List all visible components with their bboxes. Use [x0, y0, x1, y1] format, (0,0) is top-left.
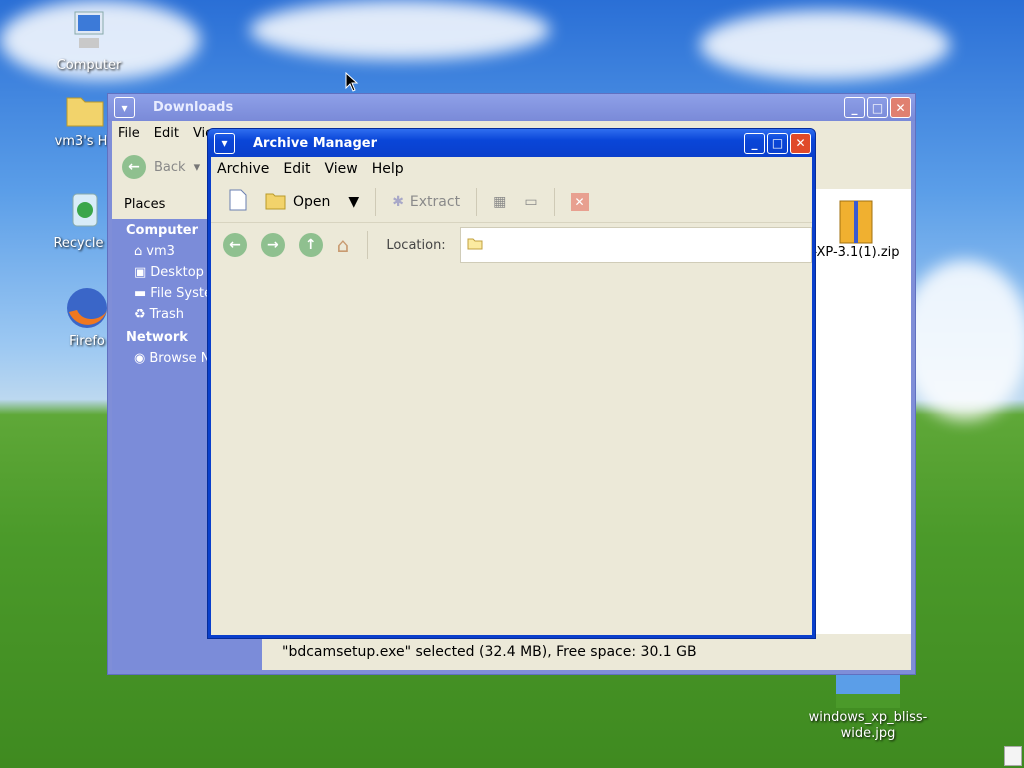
toolbar-separator [375, 187, 377, 216]
image-file-icon [836, 674, 900, 708]
open-folder-icon [265, 190, 287, 214]
menu-help[interactable]: Help [372, 161, 404, 177]
add-files-button[interactable]: ▦ [487, 190, 512, 214]
add-folder-icon: ▭ [524, 193, 538, 210]
menu-edit[interactable]: Edit [154, 126, 179, 141]
minimize-button[interactable]: _ [844, 97, 865, 118]
menu-file[interactable]: File [118, 126, 140, 141]
menu-edit[interactable]: Edit [283, 161, 310, 177]
desktop-icon: ▣ [134, 265, 147, 280]
menu-view[interactable]: View [325, 161, 358, 177]
open-dropdown-button[interactable]: ▼ [342, 190, 365, 214]
window-title: Downloads [153, 100, 234, 115]
maximize-button[interactable]: □ [767, 132, 788, 154]
add-files-icon: ▦ [493, 193, 507, 210]
archive-body: Archive Edit View Help Open ▼ ✱ Extract … [211, 157, 812, 635]
home-folder-icon [61, 84, 109, 132]
back-button[interactable]: Back [154, 160, 186, 175]
back-arrow-icon[interactable]: ← [223, 233, 247, 257]
zip-archive-icon [836, 199, 876, 245]
trash-icon: ♻ [134, 307, 146, 322]
downloads-titlebar[interactable]: ▾ Downloads _ □ ✕ [108, 94, 915, 121]
stop-button[interactable]: ✕ [565, 189, 595, 215]
sidebar-item-label: Desktop [150, 265, 204, 280]
chevron-down-icon: ▼ [348, 193, 360, 210]
archive-menubar: Archive Edit View Help [211, 157, 812, 181]
home-icon: ⌂ [134, 244, 143, 259]
window-title: Archive Manager [253, 135, 377, 151]
desktop-icon-bliss[interactable]: windows_xp_bliss-wide.jpg [808, 674, 928, 742]
close-button[interactable]: ✕ [790, 132, 811, 154]
recycle-bin-icon [61, 186, 109, 234]
drive-icon: ▬ [134, 286, 147, 301]
archive-titlebar[interactable]: ▾ Archive Manager _ □ ✕ [208, 129, 815, 157]
toolbar-separator [367, 231, 369, 259]
forward-arrow-icon[interactable]: → [260, 233, 285, 257]
open-button[interactable]: Open [259, 186, 336, 218]
computer-icon [65, 8, 113, 56]
folder-icon [467, 236, 483, 254]
cloud [250, 0, 550, 60]
desktop-icon-computer[interactable]: Computer [44, 8, 134, 74]
status-bar: "bdcamsetup.exe" selected (32.4 MB), Fre… [262, 634, 911, 670]
location-input[interactable] [459, 227, 812, 263]
archive-manager-window[interactable]: ▾ Archive Manager _ □ ✕ Archive Edit Vie… [207, 128, 816, 639]
home-icon[interactable]: ⌂ [337, 233, 350, 257]
file-item-zip[interactable]: -XP-3.1(1).zip [801, 199, 911, 260]
toolbar-separator [553, 187, 555, 216]
location-label: Location: [386, 237, 446, 253]
toolbar-separator [476, 187, 478, 216]
extract-button[interactable]: ✱ Extract [386, 190, 466, 214]
window-menu-icon[interactable]: ▾ [114, 97, 135, 118]
new-document-icon [229, 189, 247, 215]
location-bar: ← → ↑ ⌂ Location: [211, 223, 812, 267]
menu-archive[interactable]: Archive [217, 161, 269, 177]
open-label: Open [293, 193, 331, 210]
close-button[interactable]: ✕ [890, 97, 911, 118]
new-archive-button[interactable] [223, 185, 253, 219]
corner-widget[interactable] [1004, 746, 1022, 766]
network-icon: ◉ [134, 351, 146, 366]
sidebar-item-label: Trash [149, 307, 185, 322]
extract-icon: ✱ [392, 193, 404, 210]
desktop-icon-label: windows_xp_bliss-wide.jpg [808, 710, 928, 741]
stop-icon: ✕ [570, 192, 589, 211]
sidebar-item-label: Browse N [149, 351, 211, 366]
file-item-label: -XP-3.1(1).zip [812, 245, 900, 260]
maximize-button[interactable]: □ [867, 97, 888, 118]
sidebar-item-label: vm3 [146, 244, 175, 259]
back-arrow-icon: ← [122, 155, 146, 179]
firefox-icon [63, 284, 111, 332]
mouse-cursor-icon [345, 72, 359, 92]
archive-content-area[interactable] [211, 267, 812, 635]
add-folder-button[interactable]: ▭ [518, 190, 543, 214]
window-menu-icon[interactable]: ▾ [214, 132, 235, 154]
minimize-button[interactable]: _ [744, 132, 765, 154]
cloud [900, 260, 1024, 420]
places-label[interactable]: Places [112, 189, 210, 219]
up-arrow-icon[interactable]: ↑ [298, 233, 323, 257]
archive-toolbar: Open ▼ ✱ Extract ▦ ▭ ✕ [211, 181, 812, 223]
desktop-icon-label: Computer [56, 58, 122, 73]
extract-label: Extract [409, 193, 461, 210]
cloud [700, 10, 950, 80]
chevron-down-icon[interactable]: ▾ [194, 160, 201, 175]
